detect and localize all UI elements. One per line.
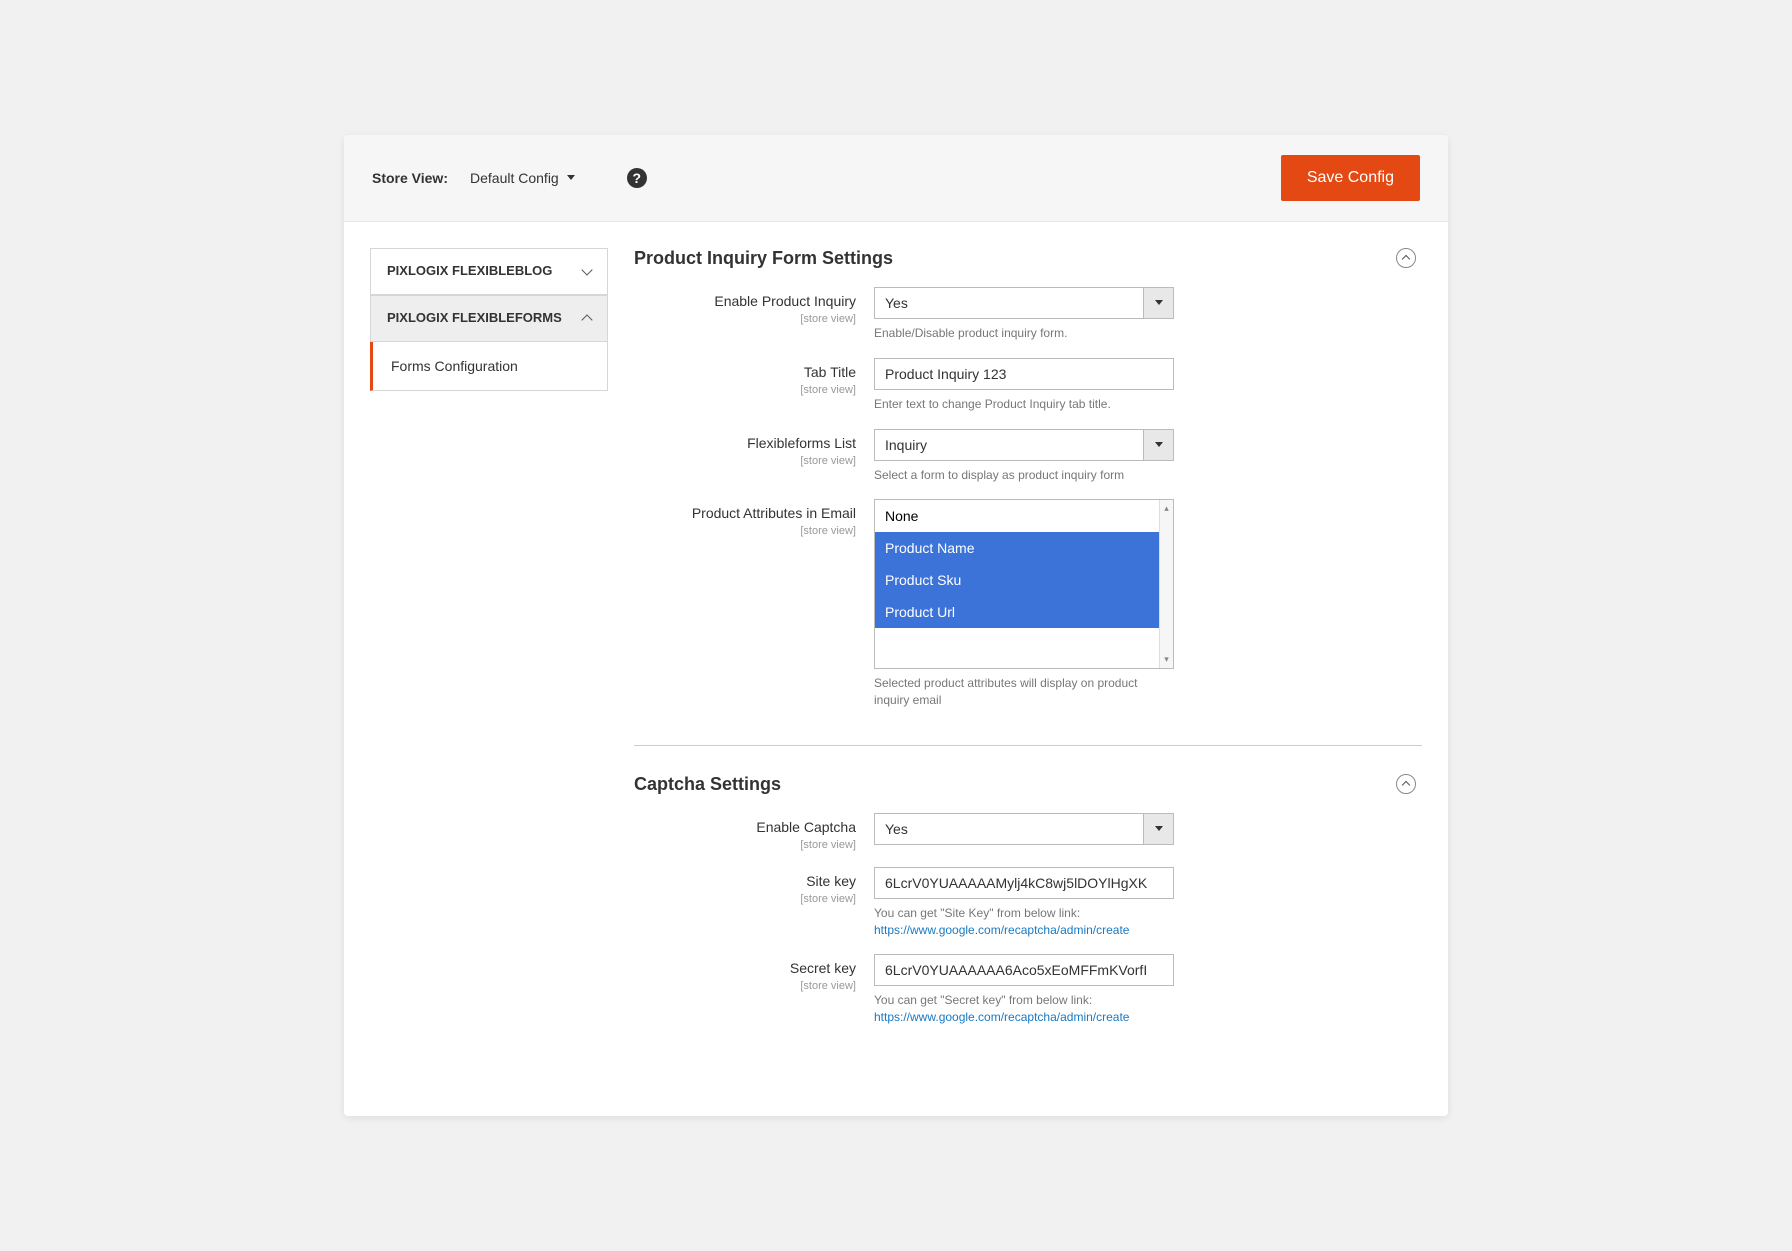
- field-control: You can get "Site Key" from below link: …: [874, 867, 1174, 939]
- field-label-text: Secret key: [790, 960, 856, 976]
- main: Product Inquiry Form Settings Enable Pro…: [634, 248, 1422, 1090]
- field-tab-title: Tab Title [store view] Enter text to cha…: [634, 358, 1422, 413]
- select-toggle[interactable]: [1143, 288, 1173, 318]
- section-collapse-icon[interactable]: [1396, 774, 1416, 794]
- field-label: Product Attributes in Email [store view]: [634, 499, 874, 709]
- field-note: You can get "Secret key" from below link…: [874, 992, 1174, 1026]
- recaptcha-admin-link[interactable]: https://www.google.com/recaptcha/admin/c…: [874, 923, 1129, 937]
- field-label: Enable Captcha [store view]: [634, 813, 874, 851]
- field-label-text: Enable Captcha: [756, 819, 856, 835]
- field-scope: [store view]: [634, 384, 856, 396]
- note-text: You can get "Site Key" from below link:: [874, 906, 1080, 920]
- field-scope: [store view]: [634, 839, 856, 851]
- multiselect-option-product-sku[interactable]: Product Sku: [875, 564, 1159, 596]
- caret-down-icon: [1155, 300, 1163, 305]
- section-product-inquiry: Product Inquiry Form Settings Enable Pro…: [634, 248, 1422, 746]
- field-secret-key: Secret key [store view] You can get "Sec…: [634, 954, 1422, 1026]
- help-icon[interactable]: ?: [627, 168, 647, 188]
- multiselect-option-product-name[interactable]: Product Name: [875, 532, 1159, 564]
- field-control: None Product Name Product Sku Product Ur…: [874, 499, 1174, 709]
- store-view-label: Store View:: [372, 170, 448, 186]
- field-control: Inquiry Select a form to display as prod…: [874, 429, 1174, 484]
- field-enable-product-inquiry: Enable Product Inquiry [store view] Yes …: [634, 287, 1422, 342]
- caret-down-icon: [1155, 826, 1163, 831]
- chevron-up-icon: [1402, 255, 1410, 263]
- chevron-up-icon: [1402, 781, 1410, 789]
- sidebar-group-label: PIXLOGIX FLEXIBLEBLOG: [387, 263, 552, 280]
- field-label-text: Site key: [806, 873, 856, 889]
- sidebar-item-forms-configuration[interactable]: Forms Configuration: [370, 342, 608, 391]
- field-note: Selected product attributes will display…: [874, 675, 1174, 709]
- site-key-input[interactable]: [874, 867, 1174, 899]
- store-view-value: Default Config: [470, 170, 559, 186]
- field-note: Select a form to display as product inqu…: [874, 467, 1174, 484]
- section-title: Product Inquiry Form Settings: [634, 248, 893, 269]
- select-value: Yes: [875, 288, 1143, 318]
- chevron-down-icon: [581, 264, 592, 275]
- sidebar-group-flexibleforms[interactable]: PIXLOGIX FLEXIBLEFORMS: [370, 295, 608, 342]
- field-scope: [store view]: [634, 893, 856, 905]
- field-label-text: Flexibleforms List: [747, 435, 856, 451]
- field-flexibleforms-list: Flexibleforms List [store view] Inquiry …: [634, 429, 1422, 484]
- select-value: Yes: [875, 814, 1143, 844]
- save-config-button[interactable]: Save Config: [1281, 155, 1420, 201]
- field-note: Enter text to change Product Inquiry tab…: [874, 396, 1174, 413]
- field-note: You can get "Site Key" from below link: …: [874, 905, 1174, 939]
- field-scope: [store view]: [634, 455, 856, 467]
- sidebar-group-label: PIXLOGIX FLEXIBLEFORMS: [387, 310, 562, 327]
- section-title: Captcha Settings: [634, 774, 781, 795]
- field-scope: [store view]: [634, 313, 856, 325]
- enable-captcha-select[interactable]: Yes: [874, 813, 1174, 845]
- scroll-down-icon: ▾: [1160, 655, 1173, 664]
- field-label: Tab Title [store view]: [634, 358, 874, 413]
- section-collapse-icon[interactable]: [1396, 248, 1416, 268]
- multiselect-options: None Product Name Product Sku Product Ur…: [875, 500, 1159, 668]
- enable-product-inquiry-select[interactable]: Yes: [874, 287, 1174, 319]
- field-scope: [store view]: [634, 525, 856, 537]
- field-product-attributes: Product Attributes in Email [store view]…: [634, 499, 1422, 709]
- field-label-text: Enable Product Inquiry: [714, 293, 856, 309]
- field-control: Yes: [874, 813, 1174, 851]
- field-label: Site key [store view]: [634, 867, 874, 939]
- field-site-key: Site key [store view] You can get "Site …: [634, 867, 1422, 939]
- field-enable-captcha: Enable Captcha [store view] Yes: [634, 813, 1422, 851]
- multiselect-option-none[interactable]: None: [875, 500, 1159, 532]
- recaptcha-admin-link[interactable]: https://www.google.com/recaptcha/admin/c…: [874, 1010, 1129, 1024]
- caret-down-icon: [567, 175, 575, 180]
- field-label: Secret key [store view]: [634, 954, 874, 1026]
- field-note: Enable/Disable product inquiry form.: [874, 325, 1174, 342]
- select-value: Inquiry: [875, 430, 1143, 460]
- topbar-left: Store View: Default Config ?: [372, 168, 647, 188]
- select-toggle[interactable]: [1143, 430, 1173, 460]
- section-header: Captcha Settings: [634, 774, 1422, 795]
- field-label-text: Product Attributes in Email: [692, 505, 856, 521]
- field-control: Enter text to change Product Inquiry tab…: [874, 358, 1174, 413]
- note-text: You can get "Secret key" from below link…: [874, 993, 1092, 1007]
- field-control: You can get "Secret key" from below link…: [874, 954, 1174, 1026]
- scroll-up-icon: ▴: [1160, 504, 1173, 513]
- secret-key-input[interactable]: [874, 954, 1174, 986]
- tab-title-input[interactable]: [874, 358, 1174, 390]
- sidebar: PIXLOGIX FLEXIBLEBLOG PIXLOGIX FLEXIBLEF…: [370, 248, 608, 1090]
- content: PIXLOGIX FLEXIBLEBLOG PIXLOGIX FLEXIBLEF…: [344, 222, 1448, 1116]
- field-label: Enable Product Inquiry [store view]: [634, 287, 874, 342]
- chevron-up-icon: [581, 314, 592, 325]
- multiselect-option-product-url[interactable]: Product Url: [875, 596, 1159, 628]
- topbar: Store View: Default Config ? Save Config: [344, 135, 1448, 222]
- store-view-select[interactable]: Default Config: [470, 170, 575, 186]
- field-label: Flexibleforms List [store view]: [634, 429, 874, 484]
- config-panel: Store View: Default Config ? Save Config…: [344, 135, 1448, 1116]
- product-attributes-multiselect[interactable]: None Product Name Product Sku Product Ur…: [874, 499, 1174, 669]
- sidebar-group-flexibleblog[interactable]: PIXLOGIX FLEXIBLEBLOG: [370, 248, 608, 295]
- section-captcha: Captcha Settings Enable Captcha [store v…: [634, 774, 1422, 1062]
- caret-down-icon: [1155, 442, 1163, 447]
- scrollbar[interactable]: ▴ ▾: [1159, 500, 1173, 668]
- select-toggle[interactable]: [1143, 814, 1173, 844]
- field-control: Yes Enable/Disable product inquiry form.: [874, 287, 1174, 342]
- flexibleforms-list-select[interactable]: Inquiry: [874, 429, 1174, 461]
- field-scope: [store view]: [634, 980, 856, 992]
- section-header: Product Inquiry Form Settings: [634, 248, 1422, 269]
- field-label-text: Tab Title: [804, 364, 856, 380]
